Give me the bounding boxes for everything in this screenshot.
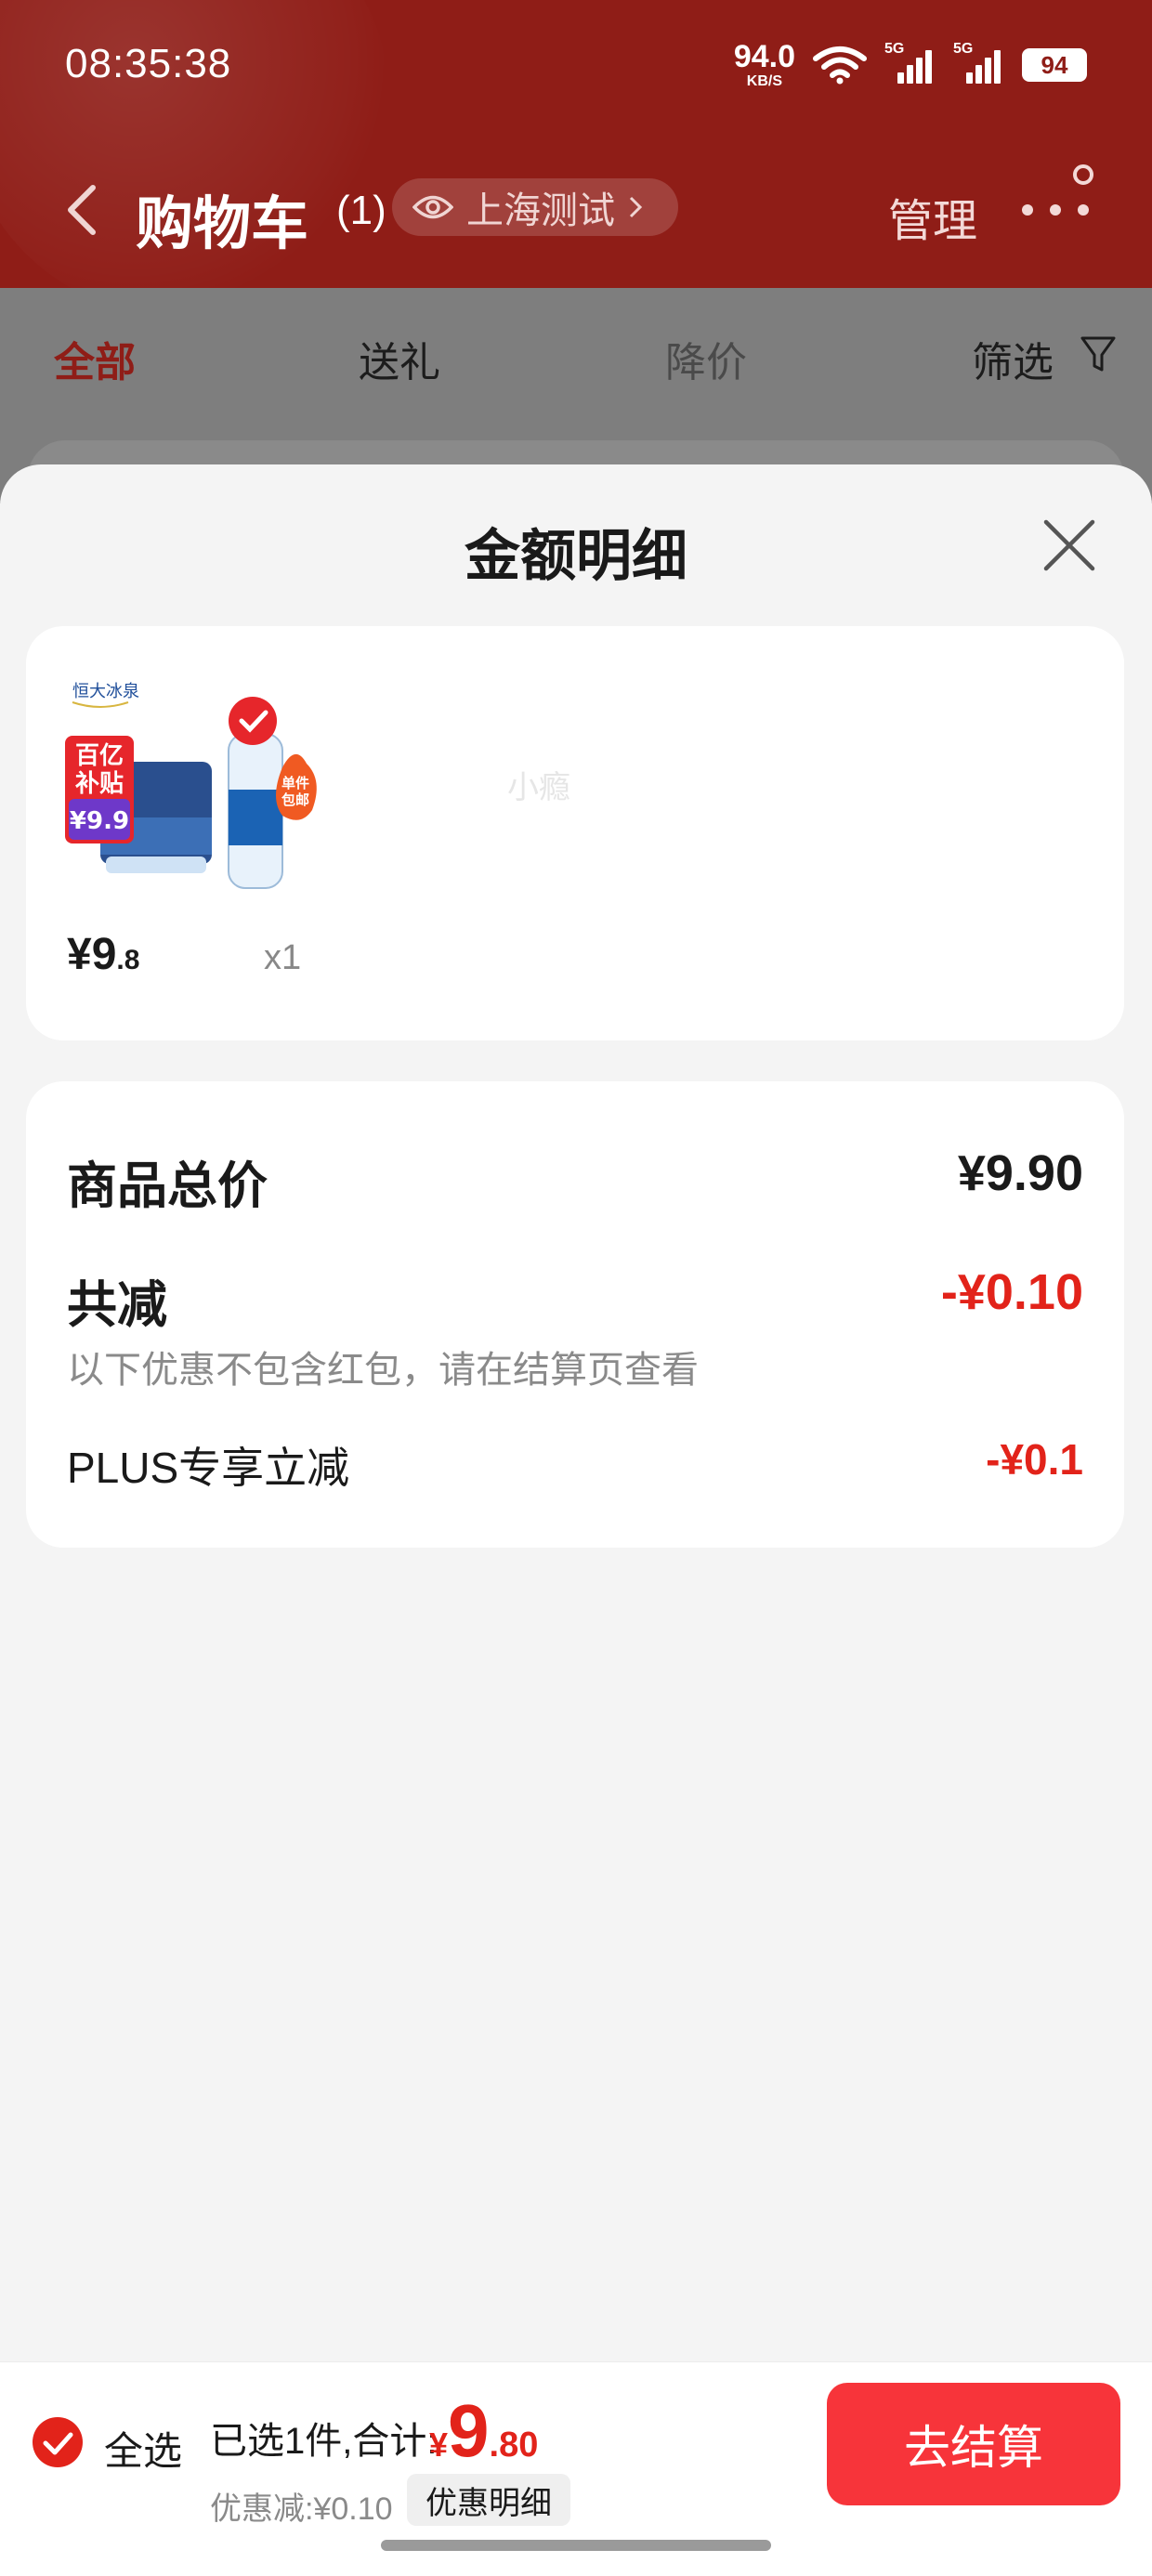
app-header: 08:35:38 94.0 KB/S 5G 5G 94 购物车 (1) 上海测试… bbox=[0, 0, 1152, 288]
price-decimal: .8 bbox=[116, 945, 140, 975]
total-price-value: ¥9.90 bbox=[957, 1145, 1083, 1201]
total-decimal: .80 bbox=[489, 2426, 539, 2465]
discount-detail-button[interactable]: 优惠明细 bbox=[407, 2474, 570, 2526]
plus-discount-value: -¥0.1 bbox=[986, 1435, 1083, 1484]
sheet-title: 金额明细 bbox=[465, 525, 687, 587]
location-label: 上海测试 bbox=[466, 190, 615, 231]
price-summary-card: 商品总价 ¥9.90 共减 -¥0.10 以下优惠不包含红包，请在结算页查看 P… bbox=[26, 1081, 1124, 1548]
select-all-checkbox-icon[interactable] bbox=[32, 2416, 84, 2468]
svg-text:包邮: 包邮 bbox=[281, 791, 309, 808]
amount-detail-sheet: 金额明细 恒大冰泉 百亿 补贴 ¥9.9 单件 包邮 ¥9.8 x1 商品总价 … bbox=[0, 464, 1152, 2575]
cart-count: (1) bbox=[336, 188, 386, 233]
chevron-right-icon bbox=[629, 196, 643, 218]
network-speed-value: 94.0 bbox=[733, 39, 795, 74]
signal-icon-sim1: 5G bbox=[884, 41, 936, 84]
tab-price-drop[interactable]: 降价 bbox=[665, 329, 747, 388]
total-discount-label: 共减 bbox=[67, 1277, 167, 1333]
product-quantity: x1 bbox=[264, 938, 302, 977]
svg-text:百亿: 百亿 bbox=[75, 742, 124, 770]
brand-logo-text: 恒大冰泉 bbox=[72, 682, 139, 701]
watermark: 小瘾 bbox=[507, 770, 570, 805]
location-selector[interactable]: 上海测试 bbox=[392, 178, 678, 236]
page-title: 购物车 bbox=[136, 192, 309, 256]
svg-text:单件: 单件 bbox=[281, 775, 309, 791]
manage-button[interactable]: 管理 bbox=[888, 184, 977, 249]
selected-count-text: 已选1件,合计: bbox=[210, 2421, 438, 2462]
back-arrow-icon[interactable] bbox=[61, 182, 104, 238]
home-indicator[interactable] bbox=[381, 2540, 771, 2551]
product-card: 恒大冰泉 百亿 补贴 ¥9.9 单件 包邮 ¥9.8 x1 bbox=[26, 626, 1124, 1040]
product-price: ¥9.8 bbox=[67, 929, 139, 980]
tab-gift[interactable]: 送礼 bbox=[359, 329, 440, 388]
sim2-label: 5G bbox=[953, 41, 974, 57]
svg-text:¥9.9: ¥9.9 bbox=[70, 807, 129, 835]
total-discount-value: -¥0.10 bbox=[940, 1264, 1083, 1320]
cart-total-amount: ¥ 9 .80 bbox=[429, 2388, 538, 2474]
battery-icon: 94 bbox=[1022, 48, 1087, 82]
checkout-button[interactable]: 去结算 bbox=[827, 2383, 1120, 2505]
filter-icon[interactable] bbox=[1080, 334, 1117, 375]
network-speed: 94.0 KB/S bbox=[734, 41, 795, 89]
eye-icon bbox=[412, 195, 453, 219]
wifi-icon bbox=[813, 46, 867, 85]
price-integer: 9 bbox=[91, 930, 117, 979]
total-currency: ¥ bbox=[429, 2426, 449, 2464]
tab-filter[interactable]: 筛选 bbox=[972, 329, 1054, 388]
more-icon[interactable] bbox=[1022, 163, 1106, 238]
signal-icon-sim2: 5G bbox=[953, 41, 1005, 84]
discount-summary: 优惠减:¥0.10 bbox=[210, 2491, 393, 2527]
sim1-label: 5G bbox=[884, 41, 905, 57]
plus-discount-label: PLUS专享立减 bbox=[67, 1444, 350, 1492]
price-currency: ¥ bbox=[67, 930, 92, 979]
status-icons: 94.0 KB/S 5G 5G 94 bbox=[734, 41, 1087, 89]
select-all-label[interactable]: 全选 bbox=[104, 2420, 182, 2477]
discount-note: 以下优惠不包含红包，请在结算页查看 bbox=[67, 1350, 699, 1391]
status-time: 08:35:38 bbox=[65, 41, 232, 86]
nav-bar: 购物车 (1) 上海测试 管理 bbox=[0, 163, 1152, 256]
product-thumbnail[interactable]: 恒大冰泉 百亿 补贴 ¥9.9 单件 包邮 bbox=[63, 678, 333, 892]
tab-all[interactable]: 全部 bbox=[54, 329, 136, 388]
filter-tabs: 全部 送礼 降价 筛选 bbox=[0, 288, 1152, 420]
svg-text:补贴: 补贴 bbox=[75, 770, 124, 798]
close-icon[interactable] bbox=[1042, 518, 1096, 572]
network-speed-unit: KB/S bbox=[746, 73, 783, 89]
total-price-label: 商品总价 bbox=[67, 1158, 268, 1214]
total-integer: 9 bbox=[448, 2389, 490, 2472]
